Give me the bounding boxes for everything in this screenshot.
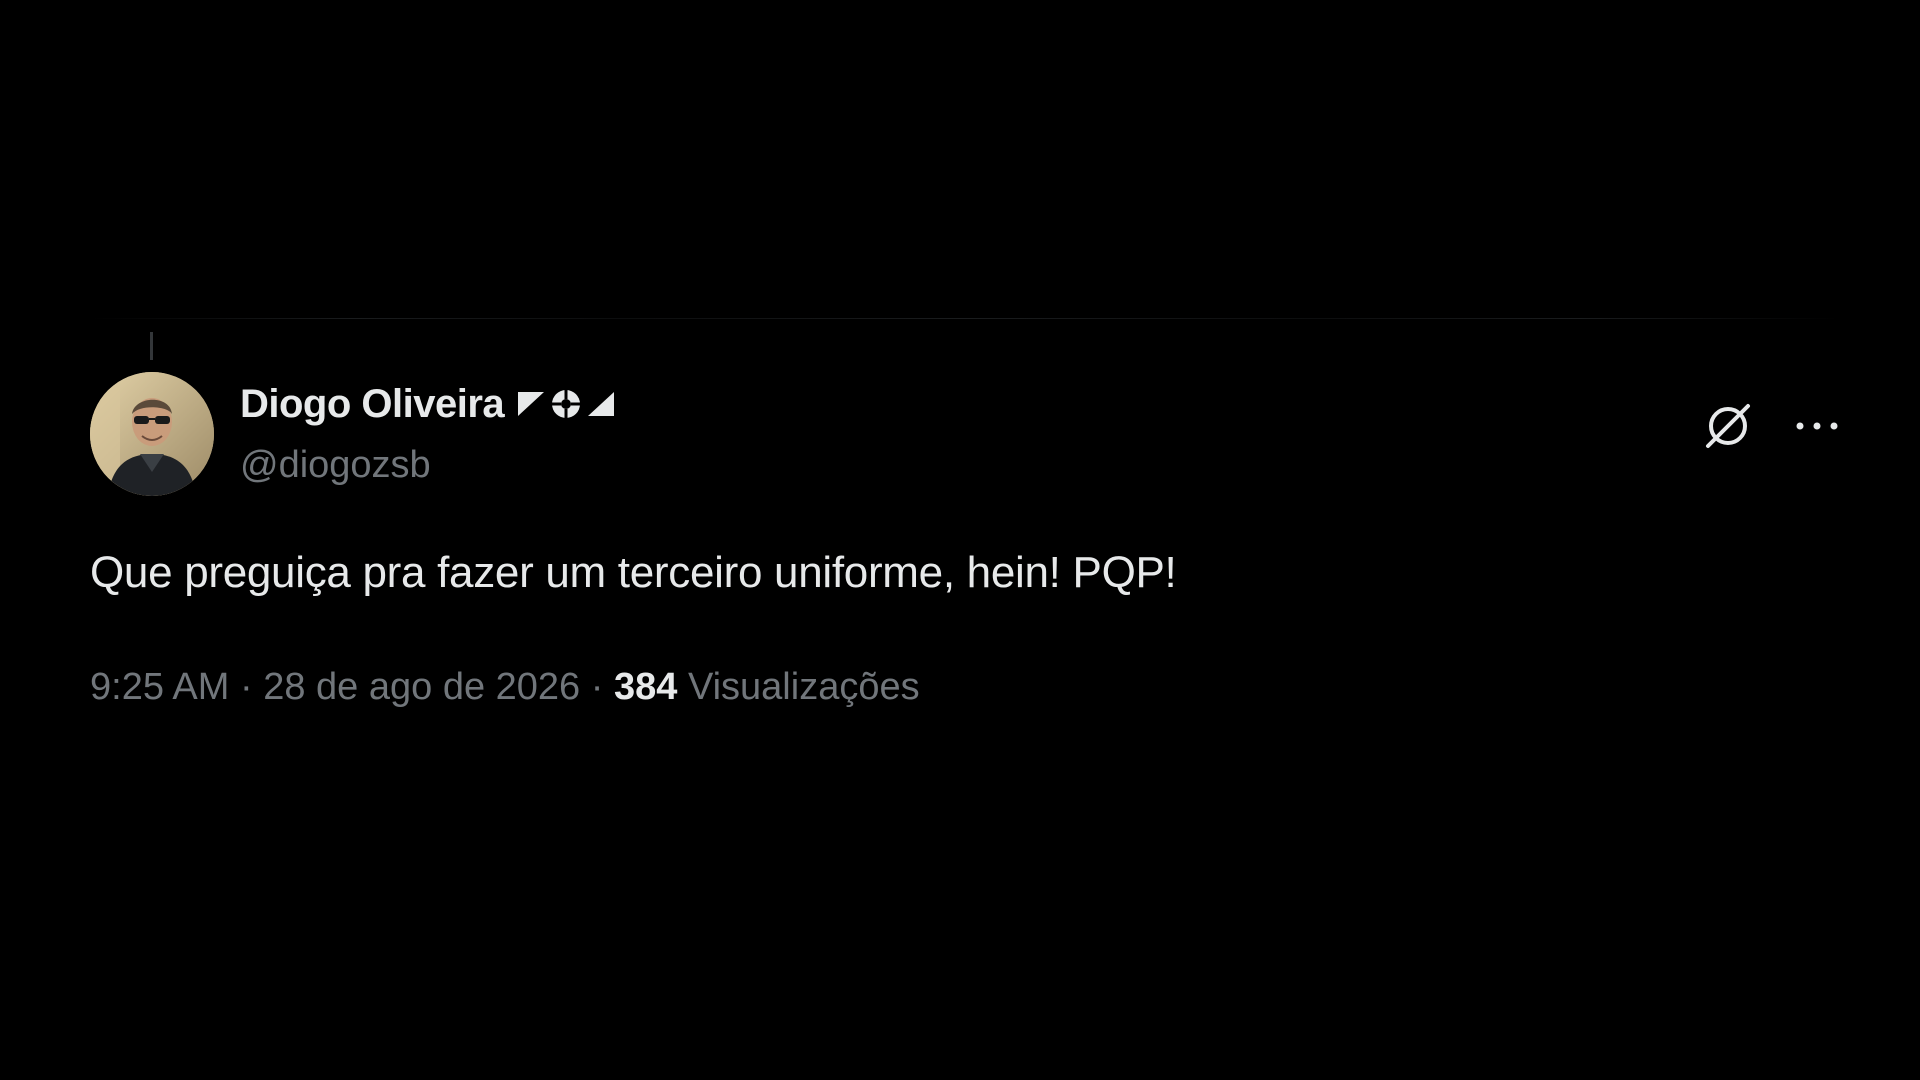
flag-corner-right-icon (586, 390, 616, 418)
tweet-meta: 9:25 AM · 28 de ago de 2026 · 384 Visual… (90, 666, 920, 709)
tweet-text: Que preguiça pra fazer um terceiro unifo… (90, 548, 1177, 597)
author-names: Diogo Oliveira @diogozsb (240, 380, 616, 487)
meta-separator: · (239, 666, 253, 708)
tweet-time[interactable]: 9:25 AM (90, 666, 229, 708)
flag-corner-left-icon (516, 390, 546, 418)
handle[interactable]: @diogozsb (240, 444, 616, 487)
tweet-actions (1702, 400, 1840, 452)
meta-separator: · (590, 666, 604, 708)
divider (90, 318, 1840, 319)
thread-line (150, 332, 153, 360)
tweet-header: Diogo Oliveira @diogozsb (90, 372, 1840, 496)
display-name-row: Diogo Oliveira (240, 380, 616, 428)
display-name[interactable]: Diogo Oliveira (240, 382, 505, 427)
tweet-date[interactable]: 28 de ago de 2026 (263, 666, 580, 708)
views-count[interactable]: 384 (614, 666, 677, 708)
profile-badges (516, 388, 616, 420)
grok-icon[interactable] (1702, 400, 1754, 452)
more-horizontal-icon[interactable] (1794, 420, 1840, 432)
ball-icon (550, 388, 582, 420)
page: Diogo Oliveira @diogozsb Que preguiça pr… (0, 0, 1920, 1080)
avatar[interactable] (90, 372, 214, 496)
views-label[interactable]: Visualizações (688, 666, 920, 708)
